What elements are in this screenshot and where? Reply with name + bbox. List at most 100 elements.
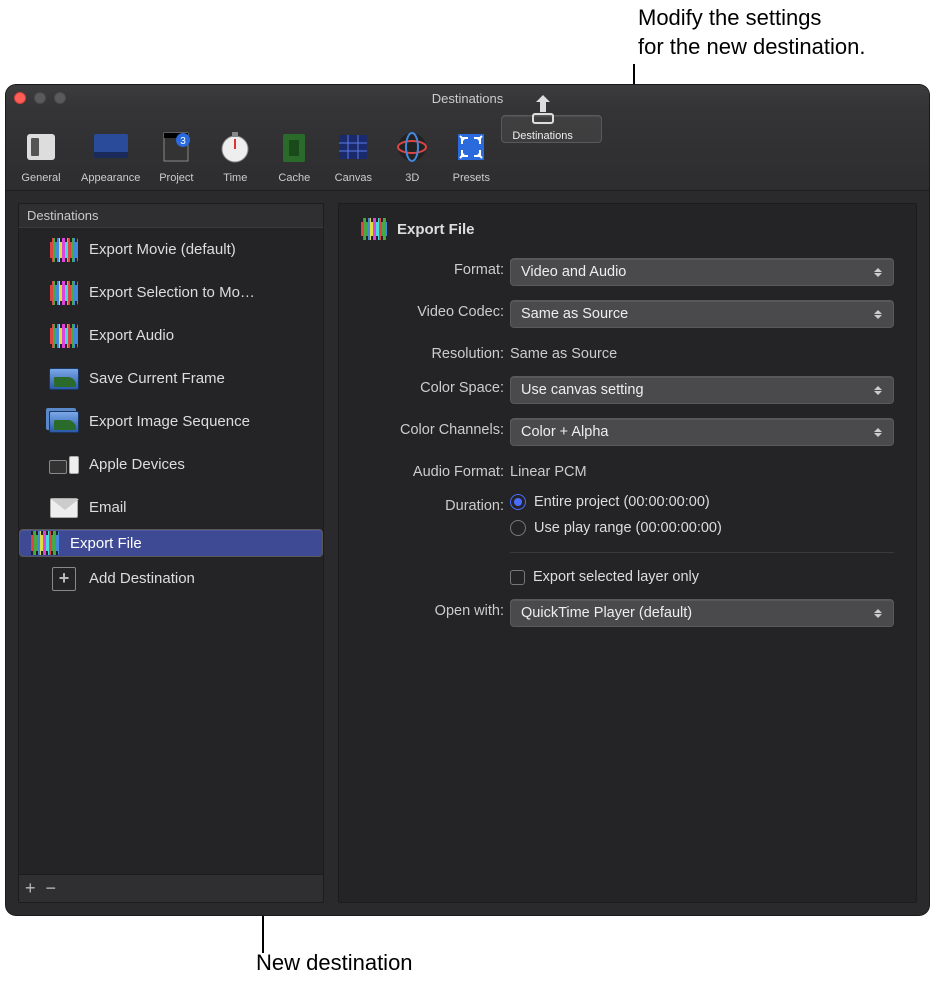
duration-radio-group: Entire project (00:00:00:00) Use play ra… (510, 494, 894, 536)
radio-label: Use play range (00:00:00:00) (534, 520, 722, 536)
settings-form: Format: Video and Audio Video Codec: Sam… (361, 258, 894, 627)
switch-icon (14, 126, 68, 168)
filmstrip-icon: 3 (153, 126, 199, 168)
tab-destinations[interactable]: Destinations (501, 115, 602, 143)
envelope-icon (49, 495, 79, 521)
radio-button[interactable] (510, 494, 526, 510)
sidebar-item-label: Export File (70, 535, 142, 552)
exportsel-spacer (361, 569, 504, 585)
plus-box-icon: + (52, 567, 76, 591)
sidebar-item-label: Export Selection to Mo… (89, 284, 255, 301)
devices-icon (49, 452, 79, 478)
sidebar-item-apple-devices[interactable]: Apple Devices (19, 443, 323, 486)
checkbox-label: Export selected layer only (533, 569, 699, 585)
destinations-sidebar: Destinations Export Movie (default) Expo… (18, 203, 324, 903)
destination-detail-panel: Export File Format: Video and Audio Vide… (338, 203, 917, 903)
sidebar-item-export-file[interactable]: Export File (19, 529, 323, 557)
format-select[interactable]: Video and Audio (510, 258, 894, 286)
detail-title: Export File (397, 221, 475, 238)
sidebar-item-export-audio[interactable]: Export Audio (19, 314, 323, 357)
select-value: Color + Alpha (521, 424, 608, 440)
window-titlebar: Destinations (6, 85, 929, 111)
tab-project[interactable]: 3 Project (147, 115, 205, 190)
destinations-list: Export Movie (default) Export Selection … (18, 228, 324, 875)
remove-button[interactable]: − (46, 878, 57, 899)
photo-icon (49, 366, 79, 392)
film-icon (49, 237, 79, 263)
openwith-label: Open with: (361, 599, 504, 627)
tab-label: Appearance (81, 172, 140, 184)
sidebar-item-image-sequence[interactable]: Export Image Sequence (19, 400, 323, 443)
resolution-label: Resolution: (361, 342, 504, 362)
sidebar-item-label: Export Image Sequence (89, 413, 250, 430)
duration-playrange-row[interactable]: Use play range (00:00:00:00) (510, 520, 894, 536)
sidebar-item-label: Export Movie (default) (89, 241, 236, 258)
sphere-icon (389, 126, 435, 168)
chevron-updown-icon (869, 422, 887, 442)
photo-stack-icon (49, 409, 79, 435)
stopwatch-icon (212, 126, 258, 168)
sidebar-header: Destinations (18, 203, 324, 228)
detail-title-row: Export File (361, 218, 894, 240)
codec-select[interactable]: Same as Source (510, 300, 894, 328)
chevron-updown-icon (869, 380, 887, 400)
add-button[interactable]: + (25, 878, 36, 899)
separator (510, 552, 894, 553)
sidebar-item-export-selection[interactable]: Export Selection to Mo… (19, 271, 323, 314)
duration-label: Duration: (361, 494, 504, 536)
select-value: Video and Audio (521, 264, 626, 280)
tab-appearance[interactable]: Appearance (75, 115, 146, 190)
tab-3d[interactable]: 3D (383, 115, 441, 190)
chevron-updown-icon (869, 304, 887, 324)
channels-select[interactable]: Color + Alpha (510, 418, 894, 446)
tab-label: Project (159, 172, 193, 184)
tab-canvas[interactable]: Canvas (324, 115, 382, 190)
film-icon (49, 280, 79, 306)
tab-label: Destinations (512, 130, 573, 142)
export-selected-row[interactable]: Export selected layer only (510, 569, 894, 585)
preferences-window: Destinations General Appearance 3 Projec… (6, 85, 929, 915)
radio-label: Entire project (00:00:00:00) (534, 494, 710, 510)
callout-modify-settings: Modify the settings for the new destinat… (638, 4, 865, 61)
tab-time[interactable]: Time (206, 115, 264, 190)
desktop-icon (84, 126, 138, 168)
checkbox[interactable] (510, 570, 525, 585)
audio-value: Linear PCM (510, 460, 894, 480)
select-value: Use canvas setting (521, 382, 644, 398)
colorspace-select[interactable]: Use canvas setting (510, 376, 894, 404)
radio-button[interactable] (510, 520, 526, 536)
channels-label: Color Channels: (361, 418, 504, 446)
tab-cache[interactable]: Cache (265, 115, 323, 190)
svg-text:3: 3 (181, 136, 187, 147)
sidebar-item-label: Export Audio (89, 327, 174, 344)
zoom-button[interactable] (54, 92, 66, 104)
tab-general[interactable]: General (8, 115, 74, 190)
film-icon (30, 530, 60, 556)
callout-text: New destination (256, 950, 413, 975)
select-value: QuickTime Player (default) (521, 605, 692, 621)
window-title: Destinations (6, 91, 929, 106)
grid-icon (330, 126, 376, 168)
tab-presets[interactable]: Presets (442, 115, 500, 190)
openwith-select[interactable]: QuickTime Player (default) (510, 599, 894, 627)
sidebar-item-add-destination[interactable]: + Add Destination (19, 557, 323, 600)
duration-entire-row[interactable]: Entire project (00:00:00:00) (510, 494, 894, 510)
sidebar-item-save-frame[interactable]: Save Current Frame (19, 357, 323, 400)
sidebar-item-label: Save Current Frame (89, 370, 225, 387)
minimize-button[interactable] (34, 92, 46, 104)
tab-label: General (21, 172, 60, 184)
format-label: Format: (361, 258, 504, 286)
sidebar-item-email[interactable]: Email (19, 486, 323, 529)
sidebar-footer: + − (18, 875, 324, 903)
close-button[interactable] (14, 92, 26, 104)
tab-label: Canvas (335, 172, 372, 184)
sidebar-item-label: Add Destination (89, 570, 195, 587)
sidebar-item-export-movie[interactable]: Export Movie (default) (19, 228, 323, 271)
callout-new-destination: New destination (256, 950, 413, 976)
colorspace-label: Color Space: (361, 376, 504, 404)
film-icon (49, 323, 79, 349)
window-controls (14, 92, 66, 104)
chip-icon (271, 126, 317, 168)
callout-text: Modify the settings for the new destinat… (638, 5, 865, 59)
share-icon (520, 92, 566, 126)
